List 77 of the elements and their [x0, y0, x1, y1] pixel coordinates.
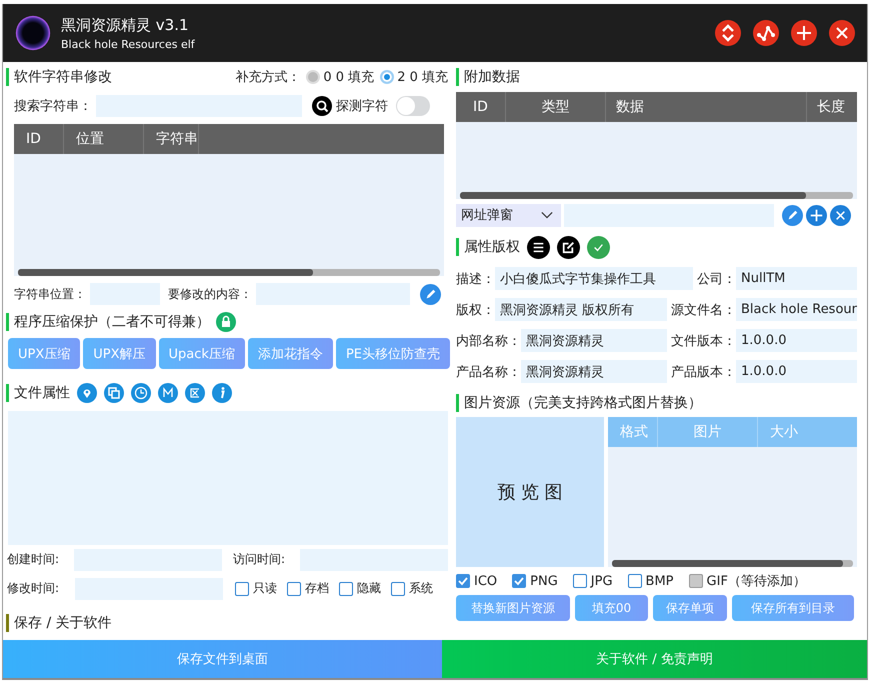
field-label: 产品名称：	[456, 364, 521, 380]
field-value[interactable]: Black hole Resour	[736, 298, 857, 321]
app-logo	[15, 15, 51, 51]
list-icon[interactable]	[527, 236, 550, 258]
format-checkbox[interactable]: ICO	[456, 574, 498, 588]
field-label: 公司：	[697, 270, 736, 288]
column-header[interactable]: ID	[14, 124, 64, 154]
column-header[interactable]: 长度	[807, 92, 857, 122]
field-value[interactable]: 小白傻瓜式字节集操作工具	[495, 267, 693, 290]
chevron-down-icon	[541, 211, 553, 219]
m-circle-icon[interactable]	[158, 383, 178, 403]
field-value[interactable]: NullTM	[736, 267, 857, 290]
column-header[interactable]: ID	[456, 92, 506, 122]
section-title: 文件属性	[6, 384, 70, 402]
clock-icon[interactable]	[131, 383, 151, 403]
info-icon[interactable]	[212, 383, 232, 403]
check-icon[interactable]	[587, 236, 610, 258]
field-value[interactable]: 黑洞资源精灵	[521, 360, 667, 383]
fill-mode-label: 补充方式：	[235, 69, 300, 86]
horizontal-scrollbar[interactable]	[18, 269, 440, 276]
location-pin-icon[interactable]	[77, 383, 97, 403]
search-label: 搜索字符串：	[14, 98, 92, 115]
section-title: 保存 / 关于软件	[6, 614, 112, 632]
section-title: 程序压缩保护（二者不可得兼）	[6, 313, 210, 331]
column-header[interactable]: 位置	[64, 124, 144, 154]
type-dropdown[interactable]: 网址弹窗	[456, 204, 561, 226]
expand-icon[interactable]	[715, 20, 741, 46]
format-checkbox[interactable]: BMP	[628, 574, 674, 588]
search-icon[interactable]	[312, 96, 332, 116]
format-checkbox[interactable]: PNG	[512, 574, 558, 588]
fill-mode-radio[interactable]: 0 0 填充	[306, 68, 374, 86]
horizontal-scrollbar[interactable]	[612, 560, 853, 567]
column-header[interactable]: 数据	[606, 92, 807, 122]
field-value[interactable]: 1.0.0.0	[736, 329, 857, 352]
window-subtitle: Black hole Resources elf	[61, 38, 195, 50]
field-value[interactable]: 1.0.0.0	[736, 360, 857, 383]
preview-label: 预 览 图	[497, 481, 563, 504]
probe-label: 探测字符	[336, 98, 388, 115]
created-label: 创建时间:	[6, 551, 60, 568]
section-title: 图片资源（完美支持跨格式图片替换）	[456, 394, 702, 412]
section-title: 附加数据	[456, 68, 520, 86]
position-label: 字符串位置：	[14, 286, 86, 302]
window-title: 黑洞资源精灵 v3.1	[61, 16, 190, 34]
modified-label: 修改时间:	[6, 580, 60, 597]
copy-icon[interactable]	[104, 383, 124, 403]
pencil-icon[interactable]	[420, 284, 441, 304]
field-value[interactable]: 黑洞资源精灵 版权所有	[495, 298, 667, 321]
frame-icon[interactable]	[185, 383, 205, 403]
checkmark-icon	[513, 575, 526, 587]
column-header[interactable]: 类型	[506, 92, 606, 122]
accessed-label: 访问时间:	[232, 551, 286, 568]
fill-mode-radio[interactable]: 2 0 填充	[380, 68, 448, 86]
edit-icon[interactable]	[557, 236, 580, 258]
close-icon[interactable]	[829, 20, 855, 46]
section-title: 属性版权	[456, 238, 520, 256]
checkmark-icon	[457, 575, 469, 587]
probe-toggle[interactable]	[396, 96, 430, 116]
section-title: 软件字符串修改	[6, 68, 112, 86]
graph-icon[interactable]	[753, 20, 779, 46]
lock-icon	[216, 312, 236, 332]
field-label: 版权：	[456, 302, 495, 318]
attribute-checkbox[interactable]: 只读	[235, 580, 277, 597]
field-label: 文件版本：	[671, 332, 736, 350]
content-label: 要修改的内容：	[168, 286, 252, 302]
horizontal-scrollbar[interactable]	[460, 192, 853, 199]
attribute-checkbox[interactable]: 系统	[391, 580, 433, 597]
field-label: 内部名称：	[456, 332, 521, 350]
attribute-checkbox[interactable]: 隐藏	[339, 580, 381, 597]
add-icon[interactable]	[791, 20, 817, 46]
field-value[interactable]: 黑洞资源精灵	[521, 329, 667, 352]
format-checkbox[interactable]: JPG	[572, 574, 613, 588]
field-label: 产品版本：	[671, 364, 736, 380]
attribute-checkbox[interactable]: 存档	[287, 580, 329, 597]
column-header[interactable]: 字符串	[144, 124, 199, 154]
pencil-icon[interactable]	[782, 204, 803, 226]
field-label: 源文件名：	[671, 302, 736, 318]
field-label: 描述：	[456, 270, 495, 288]
